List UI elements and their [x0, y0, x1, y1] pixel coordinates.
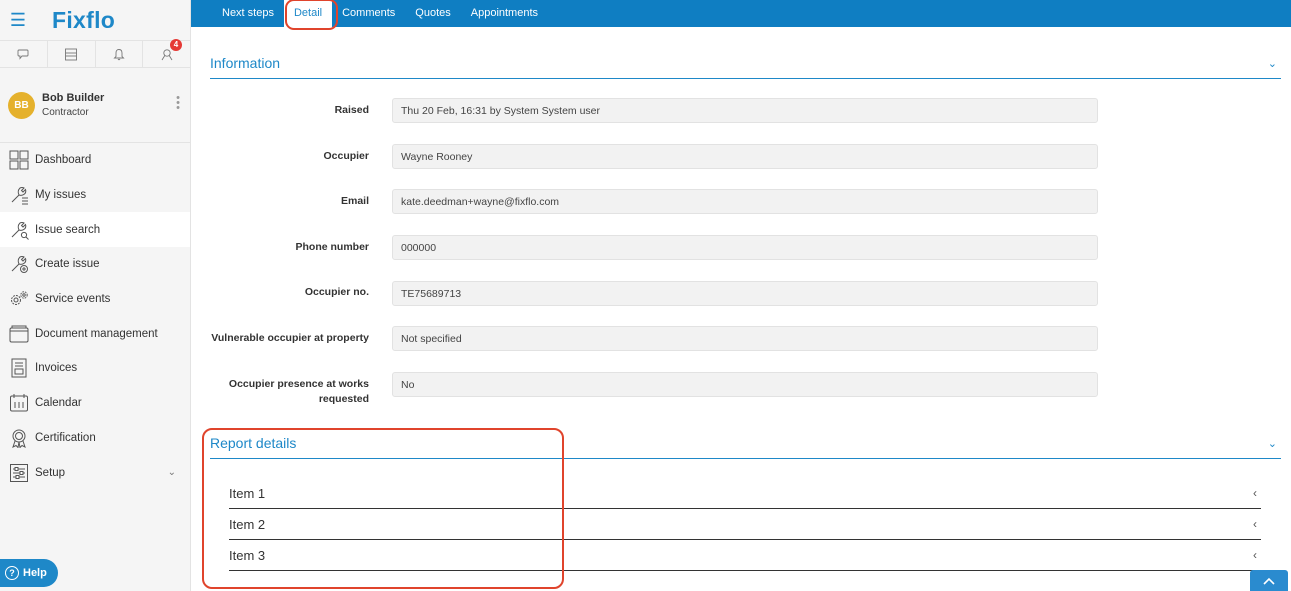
question-icon: ? [5, 566, 19, 580]
sidebar: ☰ Fixflo 4 BB Bob Builder Contractor • • • [0, 0, 191, 591]
email-label: Email [340, 195, 369, 207]
report-item-1[interactable]: Item 1 ‹ [229, 478, 1261, 509]
tab-bar: Next steps Detail Comments Quotes Appoin… [191, 0, 1291, 27]
chevron-left-icon: ‹ [1253, 517, 1257, 531]
chat-icon [17, 49, 29, 60]
occupier-presence-value: No [392, 372, 1098, 397]
user-name: Bob Builder [42, 92, 105, 104]
sidebar-item-label: Create issue [35, 258, 100, 271]
wrench-list-icon [8, 184, 30, 206]
scroll-to-top-button[interactable] [1250, 570, 1288, 591]
more-options-icon[interactable]: • • • [176, 93, 180, 114]
report-details-header[interactable]: Report details ⌄ [210, 428, 1281, 459]
occupier-value: Wayne Rooney [392, 144, 1098, 169]
sidebar-item-issue-search[interactable]: Issue search [0, 212, 190, 248]
avatar[interactable]: BB [8, 91, 35, 119]
invoice-icon [8, 357, 30, 379]
sidebar-item-document-management[interactable]: Document management [0, 316, 190, 351]
certificate-icon [8, 427, 30, 449]
phone-value: 000000 [392, 235, 1098, 260]
calendar-icon [8, 392, 30, 414]
user-info: Bob Builder Contractor [42, 92, 104, 118]
chevron-down-icon: ⌄ [167, 467, 176, 479]
tab-next-steps[interactable]: Next steps [212, 0, 284, 27]
report-details-title: Report details [210, 435, 297, 451]
tab-detail[interactable]: Detail [283, 0, 333, 27]
help-button[interactable]: ? Help [0, 559, 58, 587]
information-header[interactable]: Information ⌄ [210, 48, 1281, 79]
wrench-plus-icon [8, 253, 30, 275]
dashboard-icon [8, 149, 30, 171]
sidebar-item-dashboard[interactable]: Dashboard [0, 143, 190, 178]
raised-value: Thu 20 Feb, 16:31 by System System user [392, 98, 1098, 123]
occupier-no-value: TE75689713 [392, 281, 1098, 306]
chat-button[interactable] [0, 41, 48, 67]
bell-icon [113, 48, 125, 60]
inbox-button[interactable] [48, 41, 96, 67]
wrench-search-icon [8, 219, 30, 241]
sidebar-item-label: Invoices [35, 362, 78, 375]
chevron-left-icon: ‹ [1253, 486, 1257, 500]
occupier-label: Occupier [323, 150, 369, 162]
user-role: Contractor [42, 107, 89, 118]
sidebar-item-label: Dashboard [35, 154, 92, 167]
user-panel: BB Bob Builder Contractor • • • [0, 68, 190, 143]
report-item-label: Item 3 [229, 547, 266, 563]
tab-appointments[interactable]: Appointments [461, 0, 548, 27]
vulnerable-occupier-value: Not specified [392, 326, 1098, 351]
chevron-left-icon: ‹ [1253, 548, 1257, 562]
sidebar-item-setup[interactable]: Setup ⌄ [0, 455, 190, 490]
notification-badge: 4 [170, 39, 182, 51]
vulnerable-occupier-label: Vulnerable occupier at property [211, 332, 369, 344]
chevron-down-icon: ⌄ [1267, 57, 1277, 70]
sidebar-item-certification[interactable]: Certification [0, 421, 190, 456]
inbox-icon [65, 48, 78, 60]
logo-row: ☰ Fixflo [0, 0, 190, 40]
sidebar-item-service-events[interactable]: Service events [0, 282, 190, 317]
sidebar-item-label: Setup [35, 466, 66, 479]
sidebar-item-label: Document management [35, 327, 158, 340]
folder-icon [8, 323, 30, 345]
report-item-2[interactable]: Item 2 ‹ [229, 509, 1261, 540]
sidebar-item-create-issue[interactable]: Create issue [0, 247, 190, 282]
sidebar-item-label: Issue search [35, 223, 101, 236]
sidebar-item-invoices[interactable]: Invoices [0, 351, 190, 386]
sidebar-item-label: Service events [35, 293, 111, 306]
occupier-no-label: Occupier no. [304, 286, 369, 298]
sidebar-item-calendar[interactable]: Calendar [0, 386, 190, 421]
sidebar-item-label: Calendar [35, 397, 82, 410]
notifications-button[interactable] [96, 41, 144, 67]
help-label: Help [23, 567, 47, 579]
chevron-down-icon: ⌄ [1267, 437, 1277, 450]
sidebar-item-my-issues[interactable]: My issues [0, 178, 190, 213]
sidebar-nav: Dashboard My issues Issue search Create … [0, 143, 190, 490]
sidebar-item-label: Certification [35, 431, 96, 444]
report-item-label: Item 1 [229, 485, 266, 501]
report-item-label: Item 2 [229, 516, 266, 532]
menu-icon[interactable]: ☰ [0, 0, 36, 40]
sidebar-item-label: My issues [35, 189, 87, 202]
occupier-presence-label: Occupier presence at works requested [228, 378, 369, 405]
gears-icon [8, 288, 30, 310]
settings-sliders-icon [8, 462, 30, 484]
raised-label: Raised [334, 104, 369, 116]
tab-quotes[interactable]: Quotes [405, 0, 460, 27]
alerts-button[interactable]: 4 [143, 39, 190, 67]
chevron-up-icon [1263, 577, 1275, 585]
app-logo[interactable]: Fixflo [52, 7, 115, 34]
phone-label: Phone number [295, 241, 369, 253]
email-value: kate.deedman+wayne@fixflo.com [392, 189, 1098, 214]
report-item-3[interactable]: Item 3 ‹ [229, 540, 1261, 571]
tab-comments[interactable]: Comments [332, 0, 405, 27]
information-title: Information [210, 55, 281, 71]
quick-icons: 4 [0, 39, 190, 68]
